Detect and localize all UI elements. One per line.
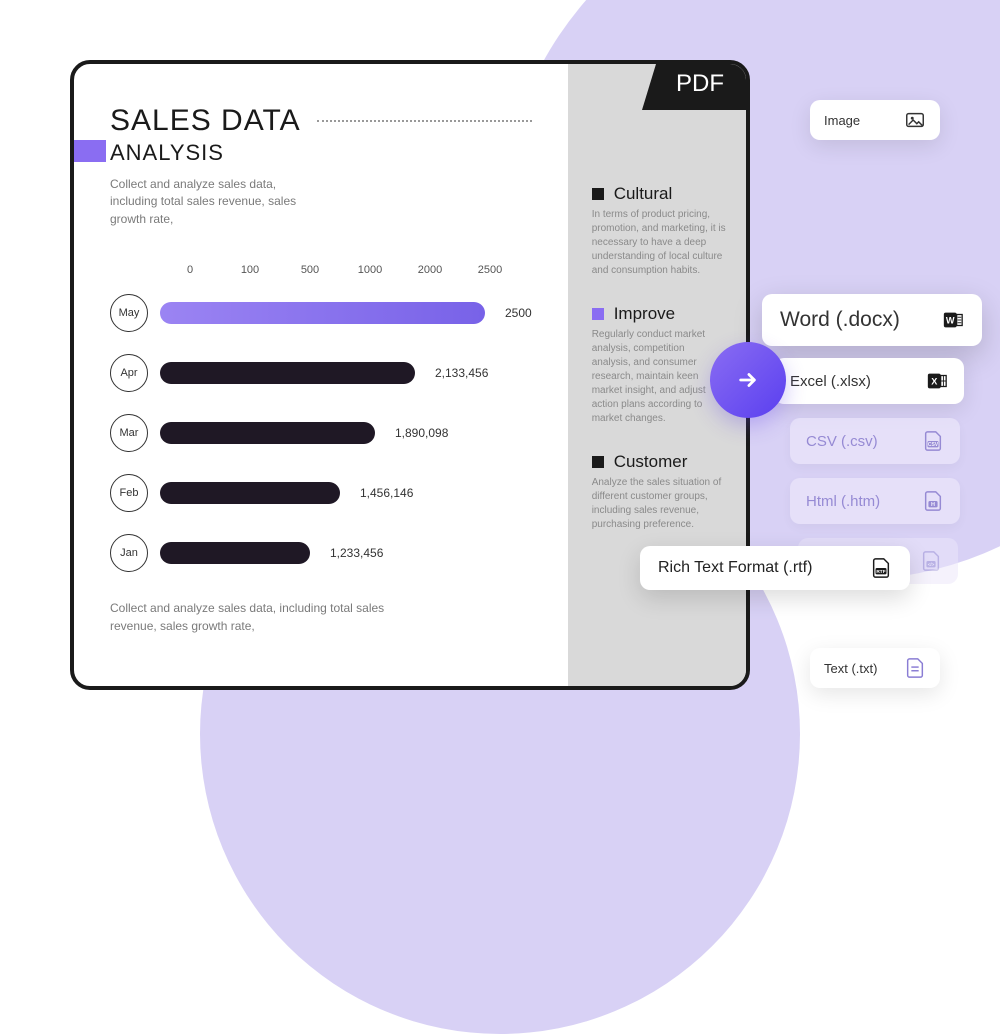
side-title: Cultural — [614, 184, 673, 204]
page-subtitle: ANALYSIS — [110, 140, 532, 166]
axis-tick: 2500 — [460, 264, 520, 276]
format-label: Word (.docx) — [780, 308, 900, 332]
bar-value: 1,233,456 — [330, 546, 383, 560]
format-text-button[interactable]: Text (.txt) — [810, 648, 940, 688]
format-column: Image Word (.docx) W Excel (.xlsx) X CSV… — [770, 100, 980, 702]
bar-value: 1,890,098 — [395, 426, 448, 440]
format-html-button[interactable]: Html (.htm) H — [790, 478, 960, 524]
bar-fill — [160, 302, 485, 324]
document-frame: SALES DATA ANALYSIS Collect and analyze … — [70, 60, 750, 690]
bullet-square — [592, 308, 604, 320]
axis-tick: 100 — [220, 264, 280, 276]
side-block: Customer Analyze the sales situation of d… — [592, 452, 726, 532]
svg-text:W: W — [946, 316, 955, 326]
bullet-square — [592, 188, 604, 200]
bar-row: Feb 1,456,146 — [110, 474, 532, 512]
bar-row: May 2500 — [110, 294, 532, 332]
image-icon — [904, 109, 926, 131]
chart-bars: May 2500 Apr 2,133,456 Mar 1,890,098 Feb 1,456,… — [110, 294, 532, 572]
page-title: SALES DATA — [110, 104, 301, 138]
format-excel-button[interactable]: Excel (.xlsx) X — [774, 358, 964, 404]
format-label: Excel (.xlsx) — [790, 373, 871, 390]
format-label: CSV (.csv) — [806, 433, 878, 450]
chart-axis: 0100500100020002500 — [160, 264, 532, 276]
month-label: Apr — [110, 354, 148, 392]
html-icon: H — [922, 490, 944, 512]
side-body: Regularly conduct market analysis, compe… — [592, 328, 726, 426]
bar-value: 1,456,146 — [360, 486, 413, 500]
excel-icon: X — [926, 370, 948, 392]
side-heading: Cultural — [592, 184, 726, 204]
format-word-button[interactable]: Word (.docx) W — [762, 294, 982, 346]
footer-text: Collect and analyze sales data, includin… — [110, 600, 430, 635]
format-label: Html (.htm) — [806, 493, 880, 510]
month-label: Jan — [110, 534, 148, 572]
side-block: Cultural In terms of product pricing, pro… — [592, 184, 726, 278]
axis-tick: 0 — [160, 264, 220, 276]
bar-fill — [160, 362, 415, 384]
xml-icon: </> — [920, 550, 942, 572]
bullet-square — [592, 456, 604, 468]
arrow-right-icon — [737, 369, 759, 391]
side-title: Customer — [614, 452, 688, 472]
svg-text:CSV: CSV — [928, 442, 939, 448]
side-heading: Improve — [592, 304, 726, 324]
svg-text:RTF: RTF — [876, 569, 885, 575]
month-label: Mar — [110, 414, 148, 452]
bar-fill — [160, 482, 340, 504]
word-icon: W — [942, 309, 964, 331]
svg-text:H: H — [931, 502, 935, 508]
axis-tick: 2000 — [400, 264, 460, 276]
convert-arrow-button[interactable] — [710, 342, 786, 418]
bar-value: 2,133,456 — [435, 366, 488, 380]
format-image-button[interactable]: Image — [810, 100, 940, 140]
bar-fill — [160, 422, 375, 444]
svg-text:X: X — [931, 377, 938, 387]
side-heading: Customer — [592, 452, 726, 472]
month-label: Feb — [110, 474, 148, 512]
side-body: Analyze the sales situation of different… — [592, 476, 726, 532]
csv-icon: CSV — [922, 430, 944, 452]
pdf-badge: PDF — [642, 64, 746, 110]
bar-value: 2500 — [505, 306, 532, 320]
text-icon — [904, 657, 926, 679]
svg-text:</>: </> — [928, 562, 935, 567]
bar-row: Mar 1,890,098 — [110, 414, 532, 452]
axis-tick: 1000 — [340, 264, 400, 276]
axis-tick: 500 — [280, 264, 340, 276]
format-rtf-button[interactable]: Rich Text Format (.rtf) RTF — [640, 546, 910, 590]
format-label: Rich Text Format (.rtf) — [658, 559, 812, 577]
bar-row: Jan 1,233,456 — [110, 534, 532, 572]
intro-text: Collect and analyze sales data, includin… — [110, 176, 310, 228]
bar-row: Apr 2,133,456 — [110, 354, 532, 392]
format-csv-button[interactable]: CSV (.csv) CSV — [790, 418, 960, 464]
rtf-icon: RTF — [870, 557, 892, 579]
side-block: Improve Regularly conduct market analysis… — [592, 304, 726, 426]
document-main: SALES DATA ANALYSIS Collect and analyze … — [74, 64, 568, 686]
format-label: Image — [824, 113, 860, 128]
dotted-divider — [317, 120, 532, 122]
bar-fill — [160, 542, 310, 564]
format-label: Text (.txt) — [824, 661, 877, 676]
month-label: May — [110, 294, 148, 332]
side-body: In terms of product pricing, promotion, … — [592, 208, 726, 278]
side-title: Improve — [614, 304, 675, 324]
